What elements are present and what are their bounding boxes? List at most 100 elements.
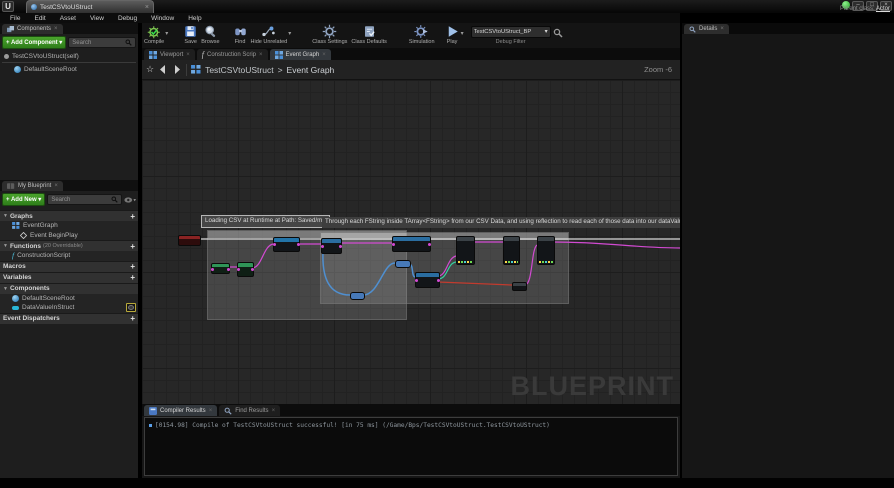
tab-viewport[interactable]: Viewport× [144, 49, 195, 60]
asset-tab-close-icon[interactable]: × [145, 4, 149, 11]
compiler-results-log[interactable]: [0154.98] Compile of TestCSVtoUStruct su… [144, 417, 678, 476]
bp-item-datavalueinstruct[interactable]: DataValueInStruct [0, 303, 138, 313]
bp-item-defaultsceneroot[interactable]: DefaultSceneRoot [0, 294, 138, 304]
tab-event-graph[interactable]: Event Graph× [270, 49, 331, 60]
tab-close-icon[interactable]: × [54, 26, 58, 32]
function-node-1[interactable] [321, 238, 342, 254]
forward-arrow-icon[interactable] [172, 65, 182, 74]
visibility-filter-button[interactable] [124, 196, 136, 204]
menu-item-debug[interactable]: Debug [111, 15, 144, 22]
bp-item-constructionscript[interactable]: fConstructionScript [0, 251, 138, 261]
menu-item-view[interactable]: View [83, 15, 111, 22]
function-node-2[interactable] [392, 236, 431, 252]
add-graphs-button[interactable]: + [130, 212, 135, 221]
magenta-wire-7[interactable] [525, 245, 537, 285]
details-search-icon [689, 26, 696, 33]
menu-item-file[interactable]: File [3, 15, 27, 22]
back-arrow-icon[interactable] [158, 65, 168, 74]
breadcrumb-root[interactable]: TestCSVtoUStruct [205, 65, 274, 75]
add-functions-button[interactable]: + [130, 242, 135, 251]
setter-node-2[interactable] [537, 236, 555, 265]
foreach-node[interactable] [456, 236, 475, 265]
event-beginplay-node[interactable] [178, 235, 201, 246]
pure-function-node-1[interactable] [211, 263, 230, 274]
blue-wire-2[interactable] [363, 263, 395, 295]
section-variables[interactable]: Variables+ [0, 272, 138, 283]
load-file-node[interactable] [273, 237, 300, 252]
components-search-input[interactable]: Search [68, 37, 136, 48]
toolbar-compile-button[interactable]: Compile [144, 24, 164, 45]
magenta-wire-8[interactable] [553, 242, 680, 248]
toolbar-class-settings-button[interactable]: Class Settings [312, 24, 347, 45]
graph-canvas[interactable]: BLUEPRINT Loading CSV at Runtime at Path… [142, 80, 680, 404]
add-event-dispatchers-button[interactable]: + [130, 314, 135, 323]
tab-close-icon[interactable]: × [259, 52, 263, 58]
teal-wire[interactable] [438, 262, 456, 279]
tab-construction-scrip[interactable]: fConstruction Scrip× [197, 49, 268, 60]
add-new-button[interactable]: + Add New ▾ [2, 193, 45, 206]
comment-loading-csv-title[interactable]: Loading CSV at Runtime at Path: Saved/m [201, 215, 330, 228]
parent-class-link[interactable]: Actor [876, 6, 890, 12]
tab-my-blueprint[interactable]: My Blueprint × [2, 181, 63, 191]
menu-item-help[interactable]: Help [181, 15, 208, 22]
asset-tab-title: TestCSVtoUStruct [40, 4, 142, 11]
toolbar-play-button[interactable]: Play [445, 24, 460, 45]
tab-close-icon[interactable]: × [322, 52, 326, 58]
tab-close-icon[interactable]: × [720, 26, 724, 32]
add-variables-button[interactable]: + [130, 273, 135, 282]
tab-close-icon[interactable]: × [54, 183, 58, 189]
tab-find-results[interactable]: Find Results× [219, 405, 280, 416]
tab-details[interactable]: Details × [684, 24, 729, 34]
chevron-down-icon[interactable]: ▾ [288, 30, 291, 37]
toolbar-find-button[interactable]: Find [233, 24, 248, 45]
tree-item-defaultsceneroot[interactable]: DefaultSceneRoot [0, 64, 138, 74]
tab-components[interactable]: Components × [2, 24, 63, 34]
reroute-pill-1[interactable] [350, 292, 365, 300]
menu-item-edit[interactable]: Edit [27, 15, 52, 22]
breadcrumb-leaf[interactable]: Event Graph [287, 65, 335, 75]
menu-item-window[interactable]: Window [144, 15, 181, 22]
toolbar-simulation-button[interactable]: Simulation [409, 24, 435, 45]
debug-filter-dropdown[interactable]: TestCSVtoUStruct_BP▾ [471, 26, 551, 38]
toolbar-hide-unrelated-button[interactable]: Hide Unrelated [251, 24, 288, 45]
setter-node-1[interactable] [503, 236, 520, 265]
section-components[interactable]: ▼Components [0, 283, 138, 294]
comment-looping-fstrings-title[interactable]: Through each FString inside TArray<FStri… [322, 217, 680, 228]
small-node[interactable] [512, 282, 527, 291]
tab-close-icon[interactable]: × [272, 408, 276, 414]
tree-item-testcsvtoustruct-self[interactable]: TestCSVtoUStruct(self) [0, 51, 138, 61]
reroute-pill-2[interactable] [395, 260, 411, 268]
toolbar-browse-button[interactable]: Browse [201, 24, 219, 45]
tab-compiler-results-label: Compiler Results [160, 408, 206, 414]
my-blueprint-search-input[interactable]: Search [47, 194, 122, 205]
menu-item-asset[interactable]: Asset [53, 15, 83, 22]
pure-function-node-2[interactable] [237, 262, 254, 277]
bp-item-eventgraph[interactable]: EventGraph [0, 221, 138, 231]
variable-visibility-toggle[interactable] [126, 303, 136, 312]
bp-item-event-beginplay[interactable]: Event BeginPlay [0, 231, 138, 241]
add-macros-button[interactable]: + [130, 262, 135, 271]
add-component-button[interactable]: + Add Component ▾ [2, 36, 66, 49]
magenta-wire-5[interactable] [438, 256, 456, 276]
section-functions[interactable]: ▼Functions(20 Overridable)+ [0, 240, 138, 251]
asset-tab[interactable]: TestCSVtoUStruct × [26, 0, 154, 13]
tab-close-icon[interactable]: × [186, 52, 190, 58]
magenta-wire-2[interactable] [252, 244, 273, 268]
section-event-dispatchers[interactable]: Event Dispatchers+ [0, 313, 138, 324]
function-node-3[interactable] [415, 272, 440, 288]
hide-unrelated-icon [261, 24, 276, 39]
unreal-logo-icon: U [2, 1, 14, 12]
chevron-down-icon[interactable]: ▾ [165, 30, 168, 37]
section-graphs[interactable]: ▼Graphs+ [0, 210, 138, 221]
favorite-star-icon[interactable]: ☆ [146, 64, 154, 75]
tab-compiler-results[interactable]: Compiler Results× [144, 405, 217, 416]
tab-close-icon[interactable]: × [209, 408, 213, 414]
toolbar-save-button[interactable]: Save [183, 24, 198, 45]
debug-search-icon[interactable] [553, 28, 563, 38]
section-macros[interactable]: Macros+ [0, 261, 138, 272]
red-wire[interactable] [438, 282, 512, 285]
chevron-down-icon[interactable]: ▾ [461, 30, 464, 37]
toolbar-class-defaults-button[interactable]: Class Defaults [351, 24, 386, 45]
divider [186, 64, 187, 76]
blue-wire-1[interactable] [323, 252, 350, 295]
